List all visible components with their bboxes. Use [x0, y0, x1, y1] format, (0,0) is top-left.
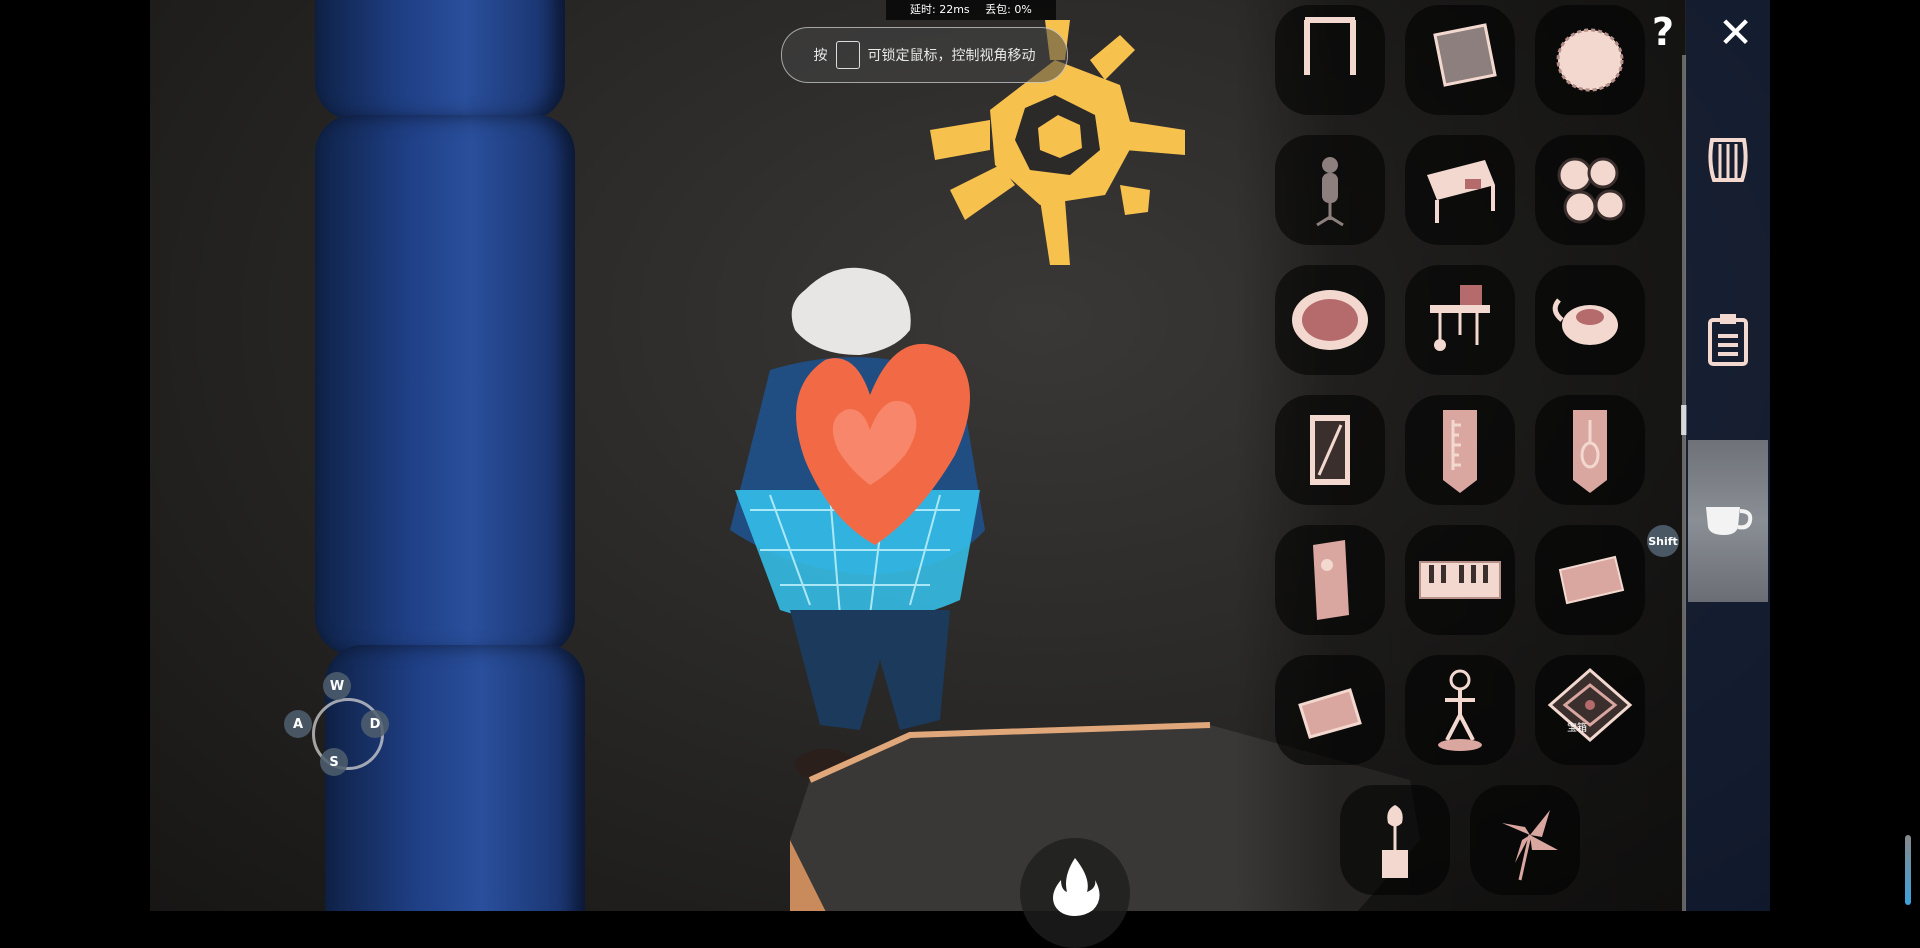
key-a[interactable]: A	[284, 710, 312, 738]
teacup-icon	[1706, 507, 1753, 535]
key-d[interactable]: D	[361, 710, 389, 738]
item-stand-icon[interactable]	[1275, 5, 1385, 115]
network-status: 延时: 22ms 丢包: 0%	[886, 0, 1056, 20]
packet-loss-label: 丢包: 0%	[985, 3, 1032, 16]
chest-slot-caption: 宝箱	[1567, 723, 1587, 734]
item-signboard-icon[interactable]	[1405, 5, 1515, 115]
item-flat-cushion-icon[interactable]	[1535, 525, 1645, 635]
clipboard-tab[interactable]	[1688, 280, 1768, 400]
clipboard-icon	[1708, 314, 1748, 366]
item-round-cushion-icon[interactable]	[1535, 5, 1645, 115]
item-tall-card-icon[interactable]	[1275, 525, 1385, 635]
item-diamond-chest-icon[interactable]	[1535, 655, 1645, 765]
stone-pillar-middle	[315, 115, 575, 655]
item-tile-icon[interactable]	[1275, 655, 1385, 765]
flame-button[interactable]	[1020, 838, 1130, 948]
latency-label: 延时: 22ms	[910, 3, 970, 16]
item-teapot-icon[interactable]	[1535, 265, 1645, 375]
lock-hint-text: 可锁定鼠标，控制视角移动	[867, 48, 1036, 64]
item-ruler-banner-icon[interactable]	[1405, 395, 1515, 505]
item-shell-pile-icon[interactable]	[1535, 135, 1645, 245]
player-character	[730, 267, 985, 781]
item-wall-shelf-icon[interactable]	[1405, 265, 1515, 375]
close-button[interactable]: ✕	[1718, 12, 1753, 54]
item-mirror-icon[interactable]	[1275, 265, 1385, 375]
item-piano-icon[interactable]	[1405, 525, 1515, 635]
item-flower-pot-icon[interactable]	[1340, 785, 1450, 895]
key-s[interactable]: S	[320, 748, 348, 776]
item-card-icon[interactable]	[1275, 395, 1385, 505]
movement-joystick[interactable]: W A D S	[280, 672, 390, 782]
edge-indicator	[1905, 835, 1911, 905]
key-w[interactable]: W	[323, 672, 351, 700]
mouse-lock-hint: 按 可锁定鼠标，控制视角移动	[781, 27, 1068, 83]
shift-key-hint: Shift	[1647, 525, 1679, 557]
stone-pillar-top	[315, 0, 565, 120]
help-button[interactable]: ?	[1652, 10, 1674, 54]
key-icon	[835, 41, 860, 69]
flame-icon	[1053, 858, 1100, 916]
teacup-tab[interactable]	[1688, 440, 1768, 602]
lock-hint-prefix: 按	[813, 48, 828, 64]
item-lute-banner-icon[interactable]	[1535, 395, 1645, 505]
item-dancer-icon[interactable]	[1405, 655, 1515, 765]
harp-icon	[1708, 138, 1748, 182]
harp-tab[interactable]	[1688, 100, 1768, 220]
item-figure-stand-icon[interactable]	[1275, 135, 1385, 245]
item-pinwheel-icon[interactable]	[1470, 785, 1580, 895]
item-table-icon[interactable]	[1405, 135, 1515, 245]
